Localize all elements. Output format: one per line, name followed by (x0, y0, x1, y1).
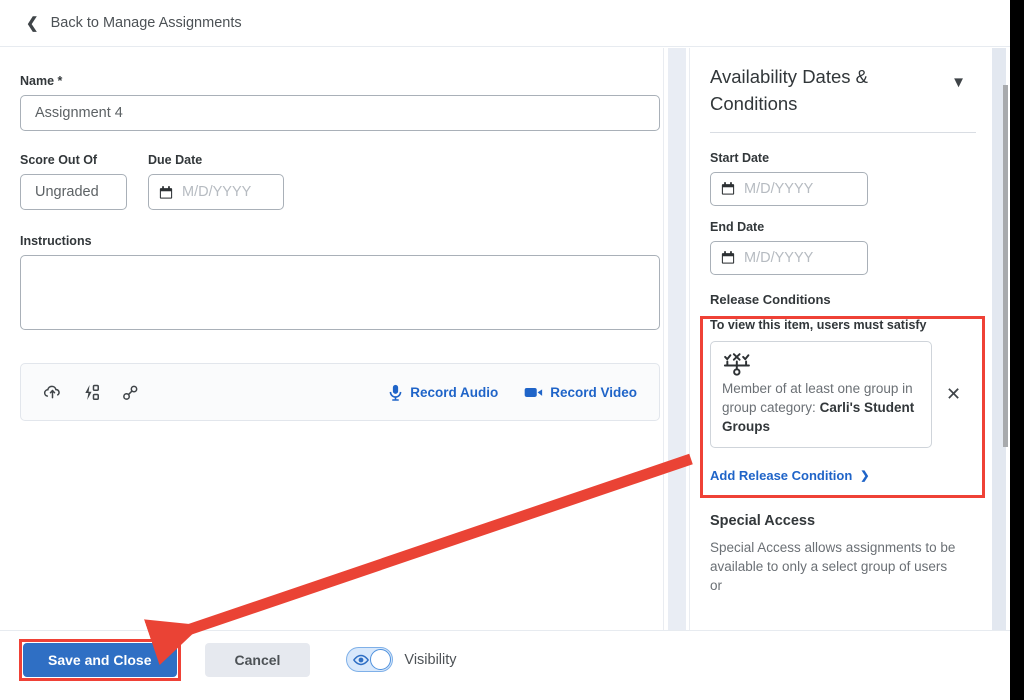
visibility-toggle-group[interactable]: Visibility (346, 647, 457, 672)
calendar-icon (159, 185, 173, 199)
save-and-close-button[interactable]: Save and Close (23, 642, 177, 677)
due-date-label: Due Date (148, 153, 203, 167)
record-audio-button[interactable]: Record Audio (388, 384, 498, 401)
special-access-description: Special Access allows assignments to be … (710, 540, 956, 594)
eye-icon (353, 654, 370, 666)
quicklink-icon[interactable] (82, 383, 101, 402)
release-condition-row: Member of at least one group in group ca… (710, 340, 970, 449)
assignment-form: Name * Assignment 4 Score Out Of Ungrade… (0, 48, 690, 630)
column-divider-fill (668, 48, 686, 630)
editor-toolbar: Record Audio Record Video (20, 363, 660, 421)
panel-divider (710, 131, 976, 133)
score-out-of-label: Score Out Of (20, 153, 98, 167)
screen-edge (1010, 0, 1024, 700)
calendar-icon (721, 251, 735, 264)
visibility-label: Visibility (404, 651, 457, 668)
release-conditions-title: Release Conditions (710, 291, 831, 307)
availability-panel: Availability Dates & Conditions ▼ Start … (690, 48, 992, 630)
close-x-icon[interactable]: ✕ (946, 385, 961, 403)
name-field-label: Name * (20, 74, 63, 88)
end-date-label: End Date (710, 219, 765, 234)
calendar-icon (721, 182, 735, 195)
editor-toolbar-icons (43, 383, 140, 402)
special-access-section: Special Access Special Access allows ass… (710, 513, 970, 595)
release-condition-card[interactable]: Member of at least one group in group ca… (710, 340, 932, 449)
release-condition-text: Member of at least one group in group ca… (722, 379, 920, 436)
name-input[interactable]: Assignment 4 (20, 95, 660, 131)
release-condition-icon (723, 352, 750, 376)
microphone-icon (389, 384, 402, 401)
record-buttons: Record Audio Record Video (388, 384, 637, 401)
instructions-group: Instructions (20, 234, 660, 330)
start-date-placeholder: M/D/YYYY (744, 180, 814, 197)
start-date-input[interactable]: M/D/YYYY (710, 171, 868, 206)
app-screen: ▼ ❮ Back to Manage Assignments Name * As… (0, 0, 1024, 700)
score-out-of-input[interactable]: Ungraded (20, 174, 127, 210)
back-link-label: Back to Manage Assignments (50, 15, 242, 31)
availability-panel-header[interactable]: Availability Dates & Conditions ▼ (710, 64, 970, 118)
start-date-label: Start Date (710, 150, 770, 165)
upload-icon[interactable] (43, 383, 62, 402)
record-video-label: Record Video (550, 384, 637, 400)
due-date-placeholder: M/D/YYYY (182, 184, 252, 200)
end-date-group: End Date M/D/YYYY (710, 220, 970, 275)
vertical-scrollbar[interactable] (992, 48, 1008, 630)
chevron-left-icon: ❮ (26, 14, 39, 32)
record-audio-label: Record Audio (410, 384, 499, 400)
end-date-input[interactable]: M/D/YYYY (710, 240, 868, 275)
add-release-condition-button[interactable]: Add Release Condition ❯ (710, 468, 970, 483)
availability-panel-title: Availability Dates & Conditions (710, 66, 869, 114)
page-header: ❮ Back to Manage Assignments (0, 0, 1010, 47)
instructions-textarea[interactable] (20, 255, 660, 330)
record-video-button[interactable]: Record Video (524, 385, 637, 400)
special-access-title: Special Access (710, 513, 816, 530)
release-conditions-section: Release Conditions To view this item, us… (710, 292, 970, 483)
save-and-close-highlight: Save and Close (19, 638, 181, 681)
release-conditions-subtitle: To view this item, users must satisfy (710, 317, 927, 332)
video-camera-icon (524, 387, 543, 397)
column-divider (663, 48, 690, 630)
action-bar: Save and Close Cancel Visibility (0, 630, 1010, 688)
add-release-condition-label: Add Release Condition (710, 468, 853, 484)
cancel-button[interactable]: Cancel (204, 642, 311, 677)
instructions-label: Instructions (20, 234, 92, 248)
score-due-row: Score Out Of Ungraded Due Date M/D/YYYY (20, 153, 660, 210)
toggle-knob (370, 649, 392, 670)
due-date-input[interactable]: M/D/YYYY (148, 174, 284, 210)
caret-down-icon[interactable]: ▼ (951, 74, 966, 91)
end-date-placeholder: M/D/YYYY (744, 249, 814, 266)
scrollbar-thumb[interactable] (1003, 85, 1008, 447)
back-to-manage-assignments-link[interactable]: ❮ Back to Manage Assignments (26, 15, 242, 31)
visibility-toggle[interactable] (346, 647, 394, 672)
chevron-down-icon: ❯ (860, 470, 870, 483)
link-icon[interactable] (121, 383, 140, 402)
start-date-group: Start Date M/D/YYYY (710, 151, 970, 206)
